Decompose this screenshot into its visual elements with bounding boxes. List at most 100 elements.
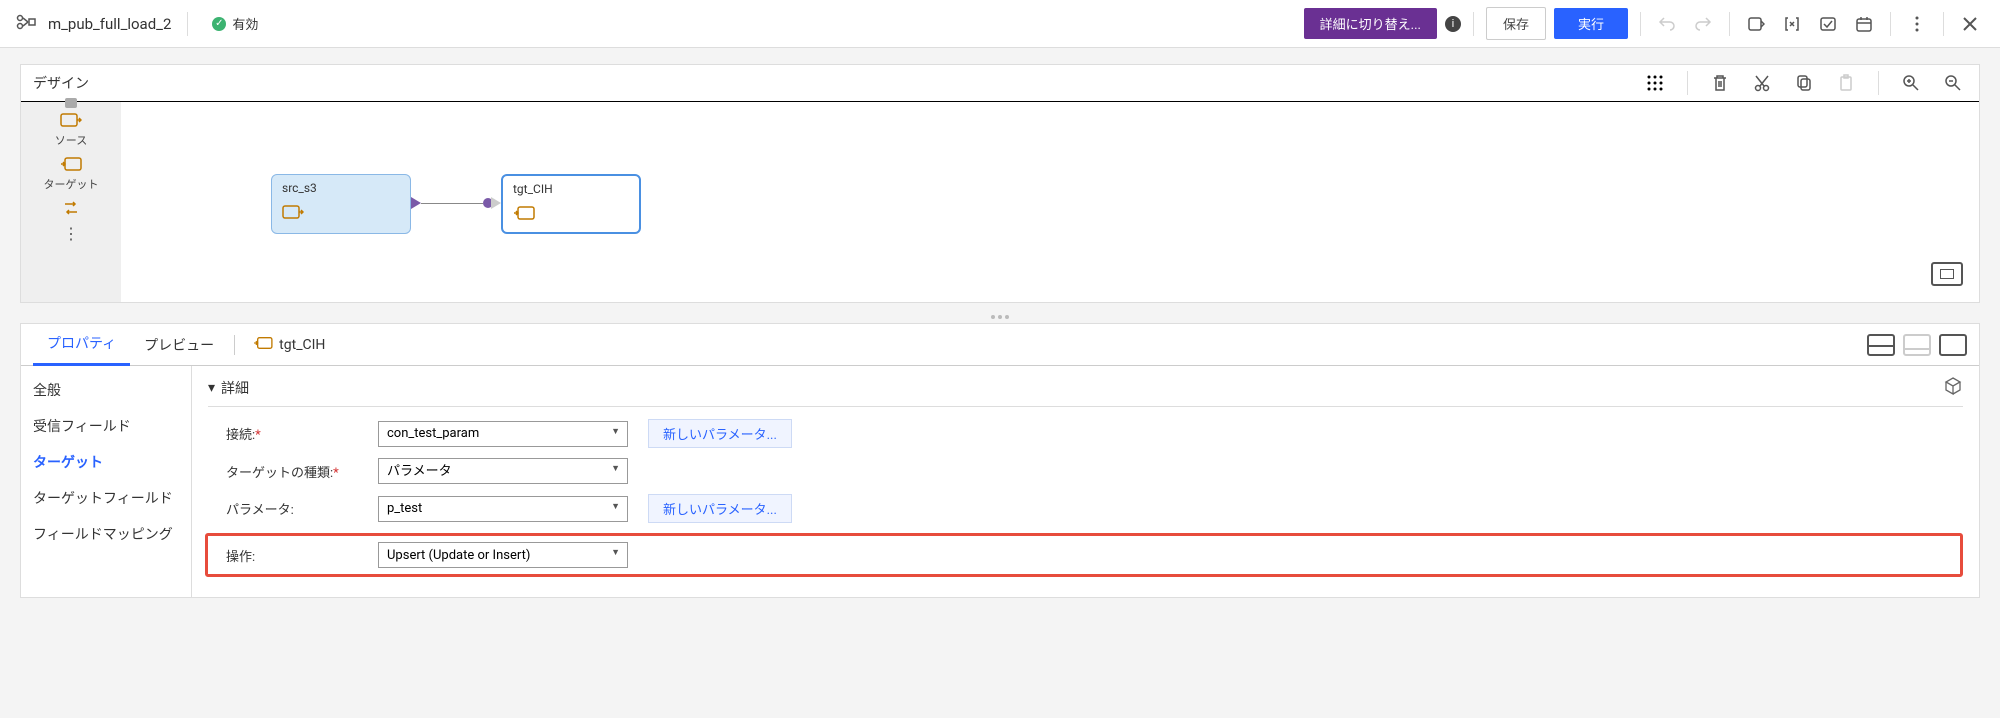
layout-split-icon[interactable]: [1867, 334, 1895, 356]
divider: [1473, 12, 1474, 36]
target-icon: [253, 335, 273, 355]
selected-node-name: tgt_CIH: [279, 337, 325, 353]
operation-label: 操作:: [226, 546, 366, 565]
palette-source[interactable]: ソース: [55, 110, 87, 148]
nav-field-mapping[interactable]: フィールドマッピング: [33, 524, 179, 544]
divider: [1687, 71, 1688, 95]
operation-select[interactable]: Upsert (Update or Insert): [378, 542, 628, 568]
export-icon[interactable]: [1742, 10, 1770, 38]
new-parameter-link[interactable]: 新しいパラメータ...: [648, 419, 792, 448]
palette-label: ソース: [55, 132, 87, 148]
row-parameter: パラメータ: p_test 新しいパラメータ...: [208, 494, 1963, 523]
close-icon[interactable]: [1956, 10, 1984, 38]
palette-transform[interactable]: [59, 198, 83, 218]
layout-min-icon[interactable]: [1903, 334, 1931, 356]
design-panel: デザイン ソース ターゲット ⋮: [20, 64, 1980, 303]
status-badge: ✓ 有効: [212, 14, 258, 33]
parameter-label: パラメータ:: [226, 499, 366, 518]
canvas-node-source[interactable]: src_s3: [271, 174, 411, 234]
canvas-connector[interactable]: [411, 202, 501, 204]
row-connection: 接続:* con_test_param 新しいパラメータ...: [208, 419, 1963, 448]
node-label: tgt_CIH: [513, 182, 629, 196]
header-bar: m_pub_full_load_2 ✓ 有効 詳細に切り替え... i 保存 実…: [0, 0, 2000, 48]
transform-icon: [59, 198, 83, 218]
minimap-icon[interactable]: [1931, 262, 1963, 286]
status-valid-icon: ✓: [212, 17, 226, 31]
parameter-select[interactable]: p_test: [378, 496, 628, 522]
info-icon[interactable]: i: [1445, 16, 1461, 32]
tab-preview[interactable]: プレビュー: [130, 325, 228, 365]
properties-tabs: プロパティ プレビュー tgt_CIH: [21, 324, 1979, 366]
divider: [1878, 71, 1879, 95]
nav-general[interactable]: 全般: [33, 380, 179, 400]
divider: [187, 12, 188, 36]
header-right: 詳細に切り替え... i 保存 実行: [1304, 7, 1984, 40]
canvas-node-target[interactable]: tgt_CIH: [501, 174, 641, 234]
paste-icon: [1832, 69, 1860, 97]
connection-select[interactable]: con_test_param: [378, 421, 628, 447]
nav-target-field[interactable]: ターゲットフィールド: [33, 488, 179, 508]
divider: [1640, 12, 1641, 36]
layout-full-icon[interactable]: [1939, 334, 1967, 356]
connector-end-icon: [491, 197, 501, 209]
zoom-in-icon[interactable]: [1897, 69, 1925, 97]
palette-target[interactable]: ターゲット: [44, 154, 99, 192]
row-target-type: ターゲットの種類:* パラメータ: [208, 458, 1963, 484]
new-parameter-link[interactable]: 新しいパラメータ...: [648, 494, 792, 523]
validate-icon[interactable]: [1814, 10, 1842, 38]
divider: [234, 335, 235, 355]
selected-node-indicator: tgt_CIH: [253, 335, 325, 355]
detail-header[interactable]: ▾ 詳細: [208, 376, 1963, 407]
bracket-x-icon[interactable]: [1778, 10, 1806, 38]
source-icon: [59, 110, 83, 130]
switch-detail-button[interactable]: 詳細に切り替え...: [1304, 8, 1437, 39]
properties-nav: 全般 受信フィールド ターゲット ターゲットフィールド フィールドマッピング: [21, 366, 191, 597]
mapping-icon: [16, 14, 36, 34]
canvas[interactable]: src_s3 tgt_CIH: [121, 102, 1979, 302]
more-icon[interactable]: [1903, 10, 1931, 38]
delete-icon[interactable]: [1706, 69, 1734, 97]
connector-start-icon: [411, 197, 421, 209]
palette: ソース ターゲット ⋮: [21, 102, 121, 302]
node-label: src_s3: [282, 181, 400, 195]
tab-property[interactable]: プロパティ: [33, 323, 130, 366]
status-text: 有効: [232, 14, 258, 33]
target-icon: [513, 204, 533, 220]
grid-icon[interactable]: [1641, 69, 1669, 97]
properties-body: 全般 受信フィールド ターゲット ターゲットフィールド フィールドマッピング ▾…: [21, 366, 1979, 597]
schedule-icon[interactable]: [1850, 10, 1878, 38]
design-header: デザイン: [21, 65, 1979, 102]
divider: [1890, 12, 1891, 36]
panel-resize-handle[interactable]: [0, 311, 2000, 323]
source-icon: [282, 203, 302, 219]
target-type-label: ターゲットの種類:*: [226, 462, 366, 481]
divider: [1943, 12, 1944, 36]
nav-target[interactable]: ターゲット: [33, 452, 179, 472]
target-type-select[interactable]: パラメータ: [378, 458, 628, 484]
cut-icon[interactable]: [1748, 69, 1776, 97]
nav-incoming-field[interactable]: 受信フィールド: [33, 416, 179, 436]
redo-icon: [1689, 10, 1717, 38]
chevron-down-icon: ▾: [208, 380, 215, 396]
cube-icon[interactable]: [1943, 376, 1963, 400]
design-toolbar: [1641, 69, 1967, 97]
properties-content: ▾ 詳細 接続:* con_test_param 新しいパラメータ... ターゲ…: [191, 366, 1979, 597]
header-left: m_pub_full_load_2 ✓ 有効: [16, 12, 1304, 36]
zoom-out-icon[interactable]: [1939, 69, 1967, 97]
save-button[interactable]: 保存: [1486, 7, 1546, 40]
target-icon: [59, 154, 83, 174]
design-title: デザイン: [33, 76, 89, 92]
page-title: m_pub_full_load_2: [48, 15, 171, 33]
run-button[interactable]: 実行: [1554, 8, 1628, 39]
layout-buttons: [1867, 334, 1967, 356]
divider: [1729, 12, 1730, 36]
connection-label: 接続:*: [226, 424, 366, 443]
palette-more-icon[interactable]: ⋮: [63, 224, 79, 243]
canvas-area: ソース ターゲット ⋮ src_s3 tgt_CIH: [21, 102, 1979, 302]
palette-label: ターゲット: [44, 176, 99, 192]
copy-icon[interactable]: [1790, 69, 1818, 97]
properties-panel: プロパティ プレビュー tgt_CIH 全般 受信フィールド ターゲット ターゲ…: [20, 323, 1980, 598]
detail-title: 詳細: [221, 378, 249, 398]
undo-icon: [1653, 10, 1681, 38]
row-operation: 操作: Upsert (Update or Insert): [205, 533, 1963, 577]
